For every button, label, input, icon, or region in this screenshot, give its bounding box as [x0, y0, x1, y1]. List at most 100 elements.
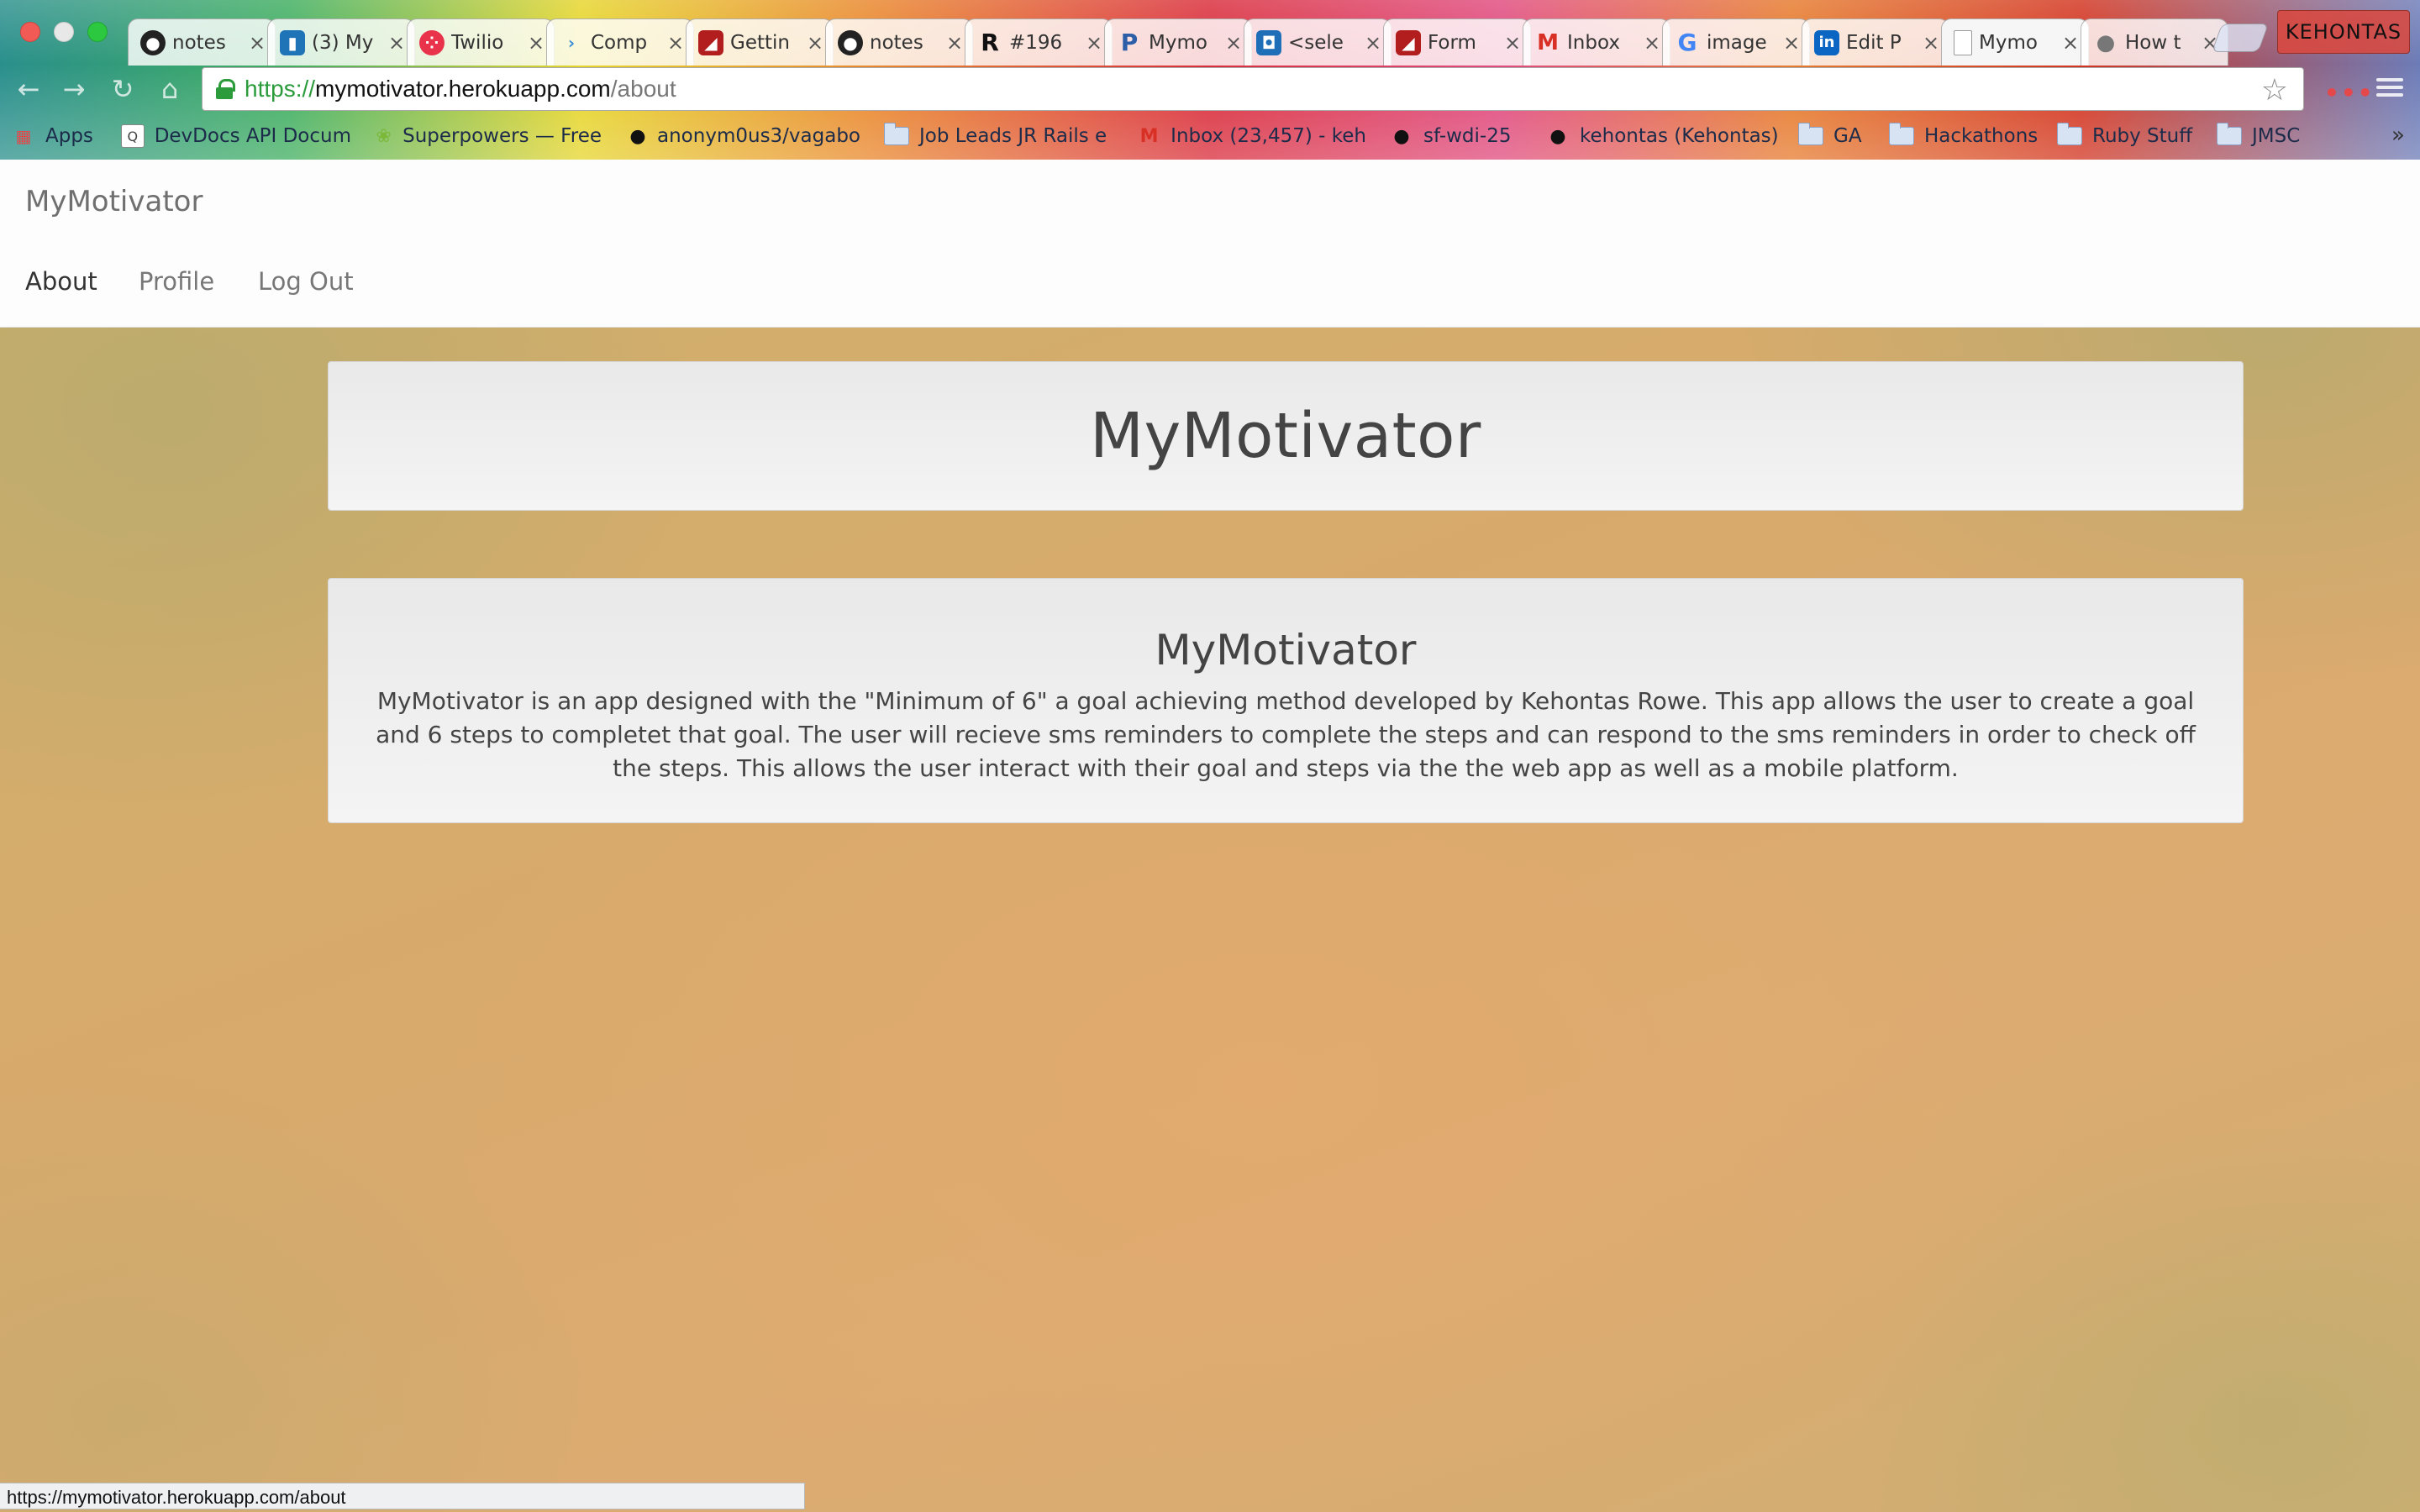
select-icon: ◘	[1256, 29, 1281, 55]
bookmark-label: Apps	[45, 125, 93, 147]
status-bar: https://mymotivator.herokuapp.com/about	[0, 1483, 805, 1509]
close-tab-icon[interactable]: ×	[1085, 31, 1103, 55]
close-tab-icon[interactable]: ×	[1364, 31, 1382, 55]
bookmark-label: kehontas (Kehontas)	[1580, 125, 1779, 147]
site-brand[interactable]: MyMotivator	[25, 185, 203, 218]
tab-edit-p[interactable]: in Edit P ×	[1802, 18, 1949, 66]
tab-twilio[interactable]: ⁘ Twilio ×	[407, 18, 555, 66]
page-viewport: MyMotivator About Profile Log Out MyMoti…	[0, 160, 2420, 1512]
bookmark-label: Inbox (23,457) - keh	[1171, 125, 1366, 147]
tab-title: Edit P	[1846, 31, 1902, 54]
tab-title: Twilio	[451, 31, 504, 54]
close-tab-icon[interactable]: ×	[387, 31, 406, 55]
close-tab-icon[interactable]: ×	[1922, 31, 1940, 55]
bookmark-label: DevDocs API Docum	[154, 125, 351, 147]
close-tab-icon[interactable]: ×	[1643, 31, 1661, 55]
tab-select[interactable]: ◘ <sele ×	[1244, 18, 1392, 66]
minimize-window-button[interactable]	[54, 22, 74, 42]
bookmark-jmsc[interactable]: JMSC	[2217, 121, 2334, 151]
apps-grid-icon: ▦	[15, 126, 32, 146]
folder-icon	[1798, 123, 1823, 145]
close-window-button[interactable]	[20, 22, 40, 42]
bookmark-ruby-stuff[interactable]: Ruby Stuff	[2057, 121, 2217, 151]
bookmark-apps[interactable]: ▦ Apps	[12, 121, 104, 151]
nav-link-about[interactable]: About	[25, 267, 97, 296]
bookmark-inbox[interactable]: M Inbox (23,457) - keh	[1138, 121, 1366, 151]
reload-icon[interactable]: ↻	[104, 71, 141, 108]
page-icon	[1954, 29, 1972, 55]
tab-getting[interactable]: ◢ Gettin ×	[686, 18, 834, 66]
bookmark-kehontas[interactable]: ● kehontas (Kehontas)	[1546, 121, 1798, 151]
close-tab-icon[interactable]: ×	[945, 31, 964, 55]
tab-title: Mymo	[1149, 31, 1207, 54]
folder-icon	[2057, 123, 2082, 145]
close-tab-icon[interactable]: ×	[248, 31, 266, 55]
nav-link-log-out[interactable]: Log Out	[258, 267, 354, 296]
close-tab-icon[interactable]: ×	[527, 31, 545, 55]
back-arrow-icon[interactable]: ←	[10, 71, 47, 108]
tab-title: Gettin	[730, 31, 790, 54]
close-tab-icon[interactable]: ×	[2061, 31, 2080, 55]
tab-notes-2[interactable]: ● notes ×	[825, 18, 973, 66]
tab-inbox[interactable]: M Inbox ×	[1523, 18, 1670, 66]
tab-notes[interactable]: ● notes ×	[128, 18, 276, 66]
bookmark-sf-wdi-25[interactable]: ● sf-wdi-25	[1390, 121, 1533, 151]
bookmark-star-icon[interactable]: ☆	[2261, 73, 2288, 108]
pivotal-icon: P	[1120, 29, 1139, 56]
address-bar[interactable]: https://mymotivator.herokuapp.com/about …	[202, 67, 2304, 111]
github-icon: ●	[1393, 125, 1410, 147]
about-heading: MyMotivator	[1155, 626, 1417, 675]
bookmark-label: Ruby Stuff	[2092, 125, 2193, 147]
tab-title: Form	[1428, 31, 1476, 54]
close-tab-icon[interactable]: ×	[806, 31, 824, 55]
tab-how-t[interactable]: ● How t ×	[2081, 18, 2228, 66]
about-description: MyMotivator is an app designed with the …	[376, 687, 2196, 782]
tab-title: #196	[1009, 31, 1063, 54]
zoom-window-button[interactable]	[87, 22, 108, 42]
browser-chrome: ● notes × ▮ (3) My × ⁘ Twilio × › Comp ×…	[0, 0, 2420, 160]
tab-mymo-pivotal[interactable]: P Mymo ×	[1104, 18, 1252, 66]
bookmark-job-leads[interactable]: Job Leads JR Rails e	[884, 121, 1128, 151]
bookmark-hackathons[interactable]: Hackathons	[1889, 121, 2057, 151]
apple-icon: ●	[2096, 29, 2116, 55]
menu-icon[interactable]	[2375, 72, 2405, 102]
linkedin-icon: in	[1814, 29, 1839, 55]
tab-image[interactable]: G image ×	[1662, 18, 1810, 66]
bookmarks-overflow-icon[interactable]: »	[2391, 123, 2405, 148]
close-tab-icon[interactable]: ×	[1224, 31, 1243, 55]
tab-comp[interactable]: › Comp ×	[546, 18, 694, 66]
home-icon[interactable]: ⌂	[151, 71, 188, 108]
tab-196[interactable]: R #196 ×	[965, 18, 1113, 66]
bookmark-ga[interactable]: GA	[1798, 121, 1882, 151]
compiler-icon: ›	[567, 32, 576, 53]
bookmark-label: GA	[1833, 125, 1862, 147]
close-tab-icon[interactable]: ×	[1782, 31, 1801, 55]
profile-button[interactable]: KEHONTAS	[2277, 10, 2410, 54]
close-tab-icon[interactable]: ×	[666, 31, 685, 55]
bookmark-label: sf-wdi-25	[1423, 125, 1512, 147]
bookmarks-bar: ▦ Apps Q DevDocs API Docum ❀ Superpowers…	[0, 118, 2420, 155]
bookmark-superpowers[interactable]: ❀ Superpowers — Free	[375, 121, 602, 151]
bookmark-label: Job Leads JR Rails e	[919, 125, 1107, 147]
tab-mymo-active[interactable]: Mymo ×	[1941, 18, 2089, 66]
bookmark-devdocs[interactable]: Q DevDocs API Docum	[121, 121, 351, 151]
tab-title: Mymo	[1979, 31, 2038, 54]
tab-title: notes	[870, 31, 923, 54]
url-text: https://mymotivator.herokuapp.com/about	[245, 76, 676, 102]
close-tab-icon[interactable]: ×	[1503, 31, 1522, 55]
url-scheme: https://	[245, 76, 316, 102]
tab-title: Comp	[591, 31, 648, 54]
tab-trello[interactable]: ▮ (3) My ×	[267, 18, 415, 66]
github-icon: ●	[629, 125, 646, 147]
forward-arrow-icon[interactable]: →	[55, 71, 92, 108]
url-path: /about	[610, 76, 676, 102]
tab-form[interactable]: ◢ Form ×	[1383, 18, 1531, 66]
lock-icon	[216, 79, 235, 99]
extension-dots-icon[interactable]: •••	[2324, 79, 2375, 107]
railscasts-icon: R	[981, 29, 999, 56]
new-tab-button[interactable]	[2211, 24, 2270, 52]
devdocs-icon: Q	[121, 124, 145, 148]
bookmark-vagabond[interactable]: ● anonym0us3/vagabo	[629, 121, 860, 151]
rails-icon: ◢	[1396, 29, 1421, 55]
nav-link-profile[interactable]: Profile	[139, 267, 214, 296]
